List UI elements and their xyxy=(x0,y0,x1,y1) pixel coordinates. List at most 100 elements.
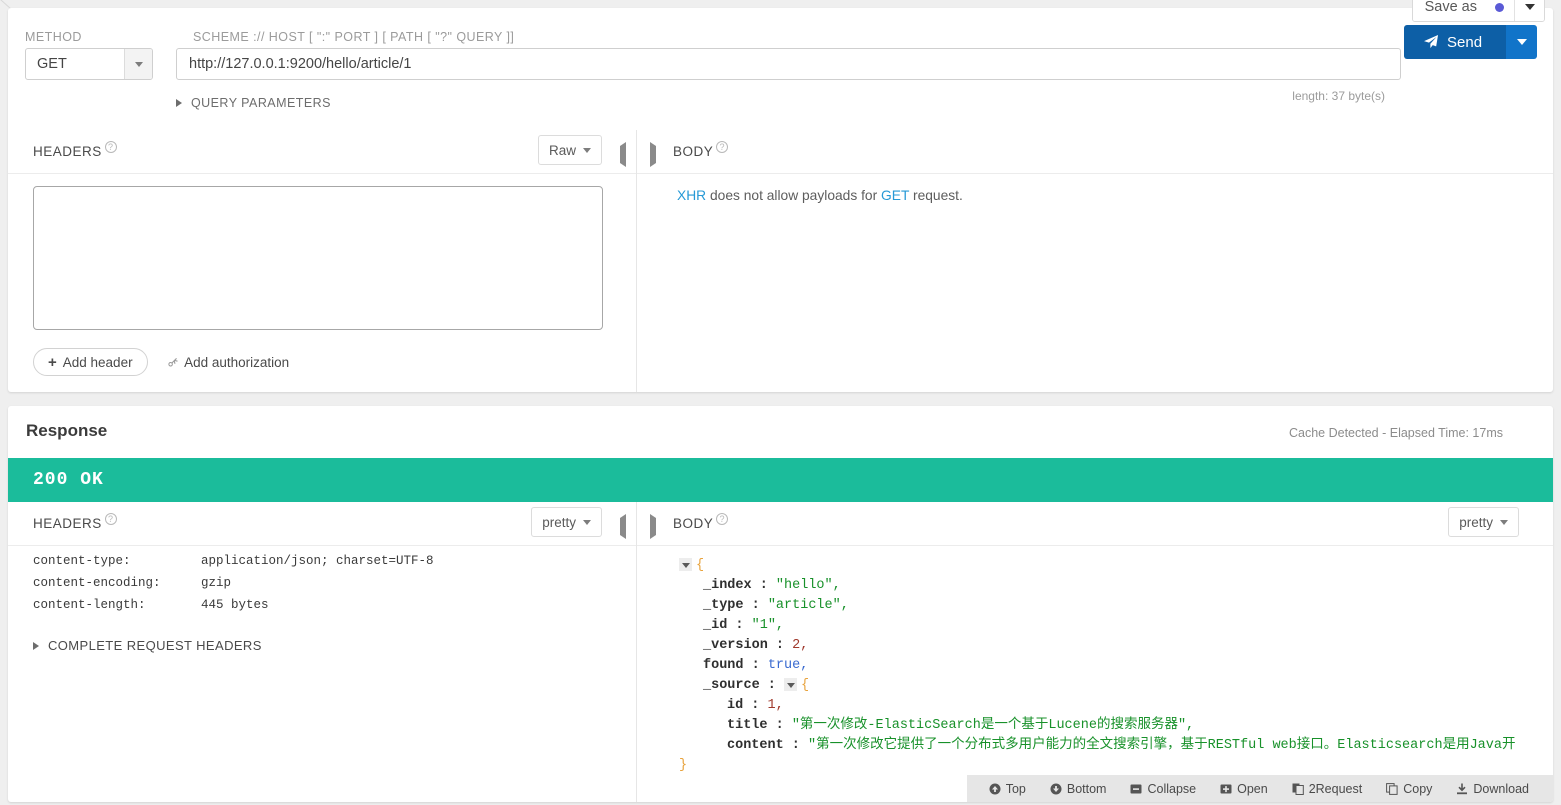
json-value: "hello", xyxy=(775,578,841,593)
request-body-note: XHR does not allow payloads for GET requ… xyxy=(677,188,963,203)
toolbar-label: Download xyxy=(1473,781,1529,796)
response-headers-mode-value: pretty xyxy=(542,514,576,530)
json-row: _source : { xyxy=(679,676,1553,696)
add-header-button[interactable]: + Add header xyxy=(33,348,148,376)
json-value: "1", xyxy=(751,618,785,633)
status-code-text: 200 OK xyxy=(33,470,104,490)
url-input[interactable] xyxy=(176,48,1401,80)
to-request-button[interactable]: 2Request xyxy=(1280,782,1375,796)
save-as-button[interactable]: Save as xyxy=(1412,0,1514,21)
complete-request-headers-label: COMPLETE REQUEST HEADERS xyxy=(48,638,262,653)
response-body-mode-dropdown[interactable]: pretty xyxy=(1448,507,1519,537)
response-body-title: BODY xyxy=(673,516,714,531)
help-icon[interactable]: ? xyxy=(104,141,117,153)
chevron-left-icon xyxy=(620,142,626,167)
json-close-brace: } xyxy=(679,758,688,773)
chevron-left-icon xyxy=(620,514,626,539)
collapse-left-pane-button[interactable] xyxy=(620,142,626,167)
chevron-down-icon xyxy=(1524,4,1535,10)
response-body-pane: BODY ? pretty { _index : "hello", _type … xyxy=(637,502,1553,802)
json-key: _index : xyxy=(703,578,768,593)
request-headers-textarea[interactable] xyxy=(33,186,603,330)
json-row: } xyxy=(679,756,1553,776)
save-as-label: Save as xyxy=(1424,0,1477,15)
help-icon[interactable]: ? xyxy=(716,513,729,525)
toolbar-label: Bottom xyxy=(1066,781,1107,796)
response-body-json-viewer[interactable]: { _index : "hello", _type : "article", _… xyxy=(637,548,1553,802)
download-icon xyxy=(1457,783,1468,794)
plus-icon: + xyxy=(48,353,57,371)
table-row: content-length: 445 bytes xyxy=(33,598,434,620)
json-value: "article", xyxy=(767,598,849,613)
xhr-link[interactable]: XHR xyxy=(677,188,706,203)
request-headers-mode-dropdown[interactable]: Raw xyxy=(537,135,602,165)
copy-button[interactable]: Copy xyxy=(1374,782,1444,796)
json-row: found : true, xyxy=(679,656,1553,676)
download-button[interactable]: Download xyxy=(1444,782,1541,796)
json-row: _index : "hello", xyxy=(679,576,1553,596)
collapse-all-button[interactable]: Collapse xyxy=(1118,782,1208,796)
query-parameters-toggle[interactable]: QUERY PARAMETERS xyxy=(176,96,331,110)
header-key: content-length: xyxy=(33,598,146,612)
request-headers-title: HEADERS xyxy=(33,144,102,159)
method-select[interactable]: GET xyxy=(25,48,153,80)
help-icon[interactable]: ? xyxy=(716,141,729,153)
collapse-left-pane-button[interactable] xyxy=(620,514,626,539)
chevron-right-icon xyxy=(176,99,182,107)
method-link[interactable]: GET xyxy=(881,188,909,203)
response-headers-title: HEADERS xyxy=(33,516,102,531)
json-value: "第一次修改-ElasticSearch是一个基于Lucene的搜索服务器", xyxy=(791,718,1195,733)
unsaved-indicator-dot-icon xyxy=(1495,2,1504,12)
send-button-group: Send xyxy=(1404,25,1538,59)
xhr-note-suffix: request. xyxy=(909,188,963,203)
add-authorization-button[interactable]: ⚷ Add authorization xyxy=(164,353,289,370)
response-meta: Cache Detected - Elapsed Time: 17ms xyxy=(1289,426,1503,440)
send-button[interactable]: Send xyxy=(1404,25,1507,59)
complete-request-headers-toggle[interactable]: COMPLETE REQUEST HEADERS xyxy=(33,638,262,653)
arrow-down-circle-icon xyxy=(1050,783,1062,794)
send-label: Send xyxy=(1447,33,1483,51)
send-options-button[interactable] xyxy=(1506,25,1538,59)
chevron-down-icon xyxy=(583,147,591,153)
expand-right-pane-button[interactable] xyxy=(650,142,656,167)
request-headers-header: HEADERS ? Raw xyxy=(8,130,636,174)
json-key: title : xyxy=(727,718,784,733)
response-header: Response Cache Detected - Elapsed Time: … xyxy=(8,406,1553,458)
table-row: content-type: application/json; charset=… xyxy=(33,554,434,576)
response-headers-header: HEADERS ? pretty xyxy=(8,502,636,546)
chevron-down-icon xyxy=(1516,39,1527,45)
response-headers-pane: HEADERS ? pretty content-type: applicati… xyxy=(8,502,637,802)
json-value: "第一次修改它提供了一个分布式多用户能力的全文搜索引擎，基于RESTful we… xyxy=(808,738,1516,753)
json-key: id : xyxy=(727,698,760,713)
scroll-top-button[interactable]: Top xyxy=(977,782,1038,796)
request-headers-actions: + Add header ⚷ Add authorization xyxy=(33,348,289,376)
json-collapse-toggle-root[interactable] xyxy=(679,557,692,571)
scroll-bottom-button[interactable]: Bottom xyxy=(1038,782,1119,796)
chevron-right-icon xyxy=(650,514,656,539)
minus-square-icon xyxy=(1130,784,1142,793)
response-headers-mode-dropdown[interactable]: pretty xyxy=(531,507,602,537)
copy-icon xyxy=(1386,782,1398,795)
header-value: gzip xyxy=(201,576,232,590)
chevron-down-icon xyxy=(1500,519,1508,525)
response-body-mode-value: pretty xyxy=(1459,514,1493,530)
request-body-header: BODY ? xyxy=(637,130,1553,174)
open-all-button[interactable]: Open xyxy=(1208,782,1280,796)
add-header-label: Add header xyxy=(62,354,133,370)
json-key: _source : xyxy=(703,678,776,693)
method-dropdown-arrow[interactable] xyxy=(124,49,152,79)
json-collapse-toggle-source[interactable] xyxy=(784,677,798,691)
plus-square-icon xyxy=(1220,784,1232,793)
request-panel: Save as METHOD SCHEME :// HOST [ ":" POR… xyxy=(8,0,1553,392)
help-icon[interactable]: ? xyxy=(104,513,117,525)
save-as-dropdown-button[interactable] xyxy=(1514,0,1544,21)
request-headers-mode-value: Raw xyxy=(548,142,576,158)
expand-right-pane-button[interactable] xyxy=(650,514,656,539)
toolbar-label: 2Request xyxy=(1308,781,1363,796)
header-value: application/json; charset=UTF-8 xyxy=(201,554,434,568)
response-body-toolbar: Top Bottom Collapse Open 2Request Copy D… xyxy=(966,775,1553,802)
toolbar-label: Top xyxy=(1005,781,1026,796)
json-row: _version : 2, xyxy=(679,636,1553,656)
response-status-bar: 200 OK xyxy=(8,458,1553,502)
header-key: content-type: xyxy=(33,554,131,568)
